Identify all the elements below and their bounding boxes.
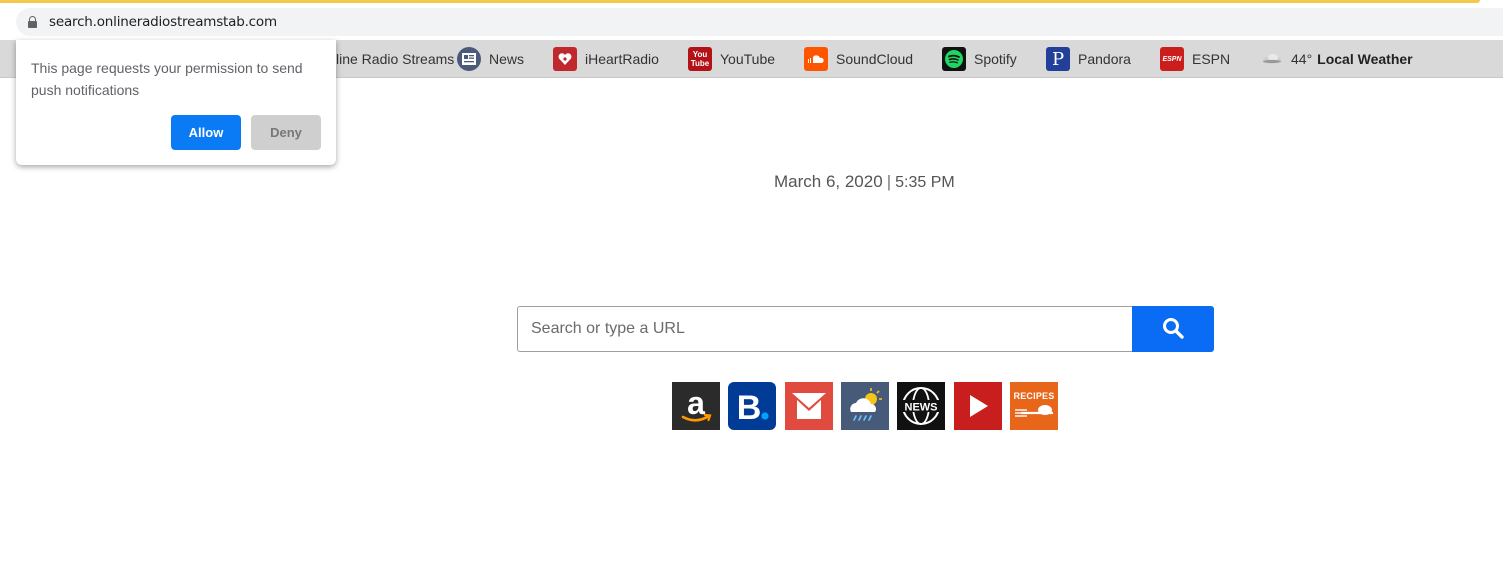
espn-icon: ESPN — [1160, 47, 1184, 71]
bookmark-label: Local Weather — [1317, 51, 1413, 67]
bookmark-youtube[interactable]: You Tube YouTube — [688, 47, 775, 71]
booking-icon[interactable]: B — [728, 382, 776, 430]
bookmark-label: News — [489, 51, 525, 67]
pandora-icon: P — [1046, 47, 1070, 71]
bookmark-label: Pandora — [1078, 51, 1131, 67]
bookmark-news[interactable]: News — [457, 47, 524, 71]
bookmark-label: ESPN — [1192, 51, 1231, 67]
svg-text:B: B — [737, 389, 762, 426]
allow-button[interactable]: Allow — [171, 115, 241, 150]
bookmark-label: Spotify — [974, 51, 1017, 67]
bookmark-iheartradio[interactable]: iHeartRadio — [553, 47, 659, 71]
bookmark-label: iHeartRadio — [585, 51, 659, 67]
bookmark-online-radio-streams[interactable]: line Radio Streams — [336, 47, 454, 71]
deny-button[interactable]: Deny — [251, 115, 321, 150]
lock-icon[interactable] — [28, 16, 37, 28]
date-time: March 6, 2020 | 5:35 PM — [774, 172, 955, 192]
newspaper-icon — [457, 47, 481, 71]
news-tile-label: NEWS — [905, 402, 938, 414]
spotify-icon — [942, 47, 966, 71]
search-form — [517, 306, 1214, 352]
bookmark-local-weather[interactable]: 44° Local Weather — [1261, 47, 1413, 71]
bookmark-soundcloud[interactable]: SoundCloud — [804, 47, 913, 71]
youtube-icon-text: Tube — [690, 59, 710, 68]
youtube-icon: You Tube — [688, 47, 712, 71]
bookmark-pandora[interactable]: P Pandora — [1046, 47, 1131, 71]
permission-message: This page requests your permission to se… — [31, 60, 303, 98]
search-button[interactable] — [1132, 306, 1214, 352]
bookmark-espn[interactable]: ESPN ESPN — [1160, 47, 1230, 71]
search-icon — [1163, 317, 1184, 339]
recipes-icon[interactable]: RECIPES — [1010, 382, 1058, 430]
bookmark-spotify[interactable]: Spotify — [942, 47, 1017, 71]
svg-text:a: a — [687, 386, 705, 421]
bookmark-label: line Radio Streams — [336, 51, 455, 67]
search-input[interactable] — [517, 306, 1132, 352]
amazon-icon[interactable]: a — [672, 382, 720, 430]
weather-icon[interactable] — [841, 382, 889, 430]
youtube-icon-text: You — [692, 50, 708, 59]
soundcloud-icon — [804, 47, 828, 71]
iheartradio-icon — [553, 47, 577, 71]
bookmark-label: YouTube — [720, 51, 776, 67]
url-text[interactable]: search.onlineradiostreamstab.com — [49, 14, 277, 30]
omnibox[interactable]: search.onlineradiostreamstab.com — [16, 8, 1503, 36]
video-play-icon[interactable] — [954, 382, 1002, 430]
notification-permission-popup: This page requests your permission to se… — [16, 40, 336, 165]
current-date: March 6, 2020 — [774, 172, 883, 191]
bookmark-label: SoundCloud — [836, 51, 914, 67]
gmail-icon[interactable] — [785, 382, 833, 430]
weather-temperature: 44° — [1291, 51, 1313, 67]
date-time-separator: | — [886, 172, 892, 191]
current-time: 5:35 PM — [895, 174, 955, 191]
news-globe-icon[interactable]: NEWS — [897, 382, 945, 430]
recipes-tile-label: RECIPES — [1013, 391, 1055, 401]
address-bar: search.onlineradiostreamstab.com — [0, 3, 1503, 39]
cloud-icon — [1261, 47, 1283, 71]
